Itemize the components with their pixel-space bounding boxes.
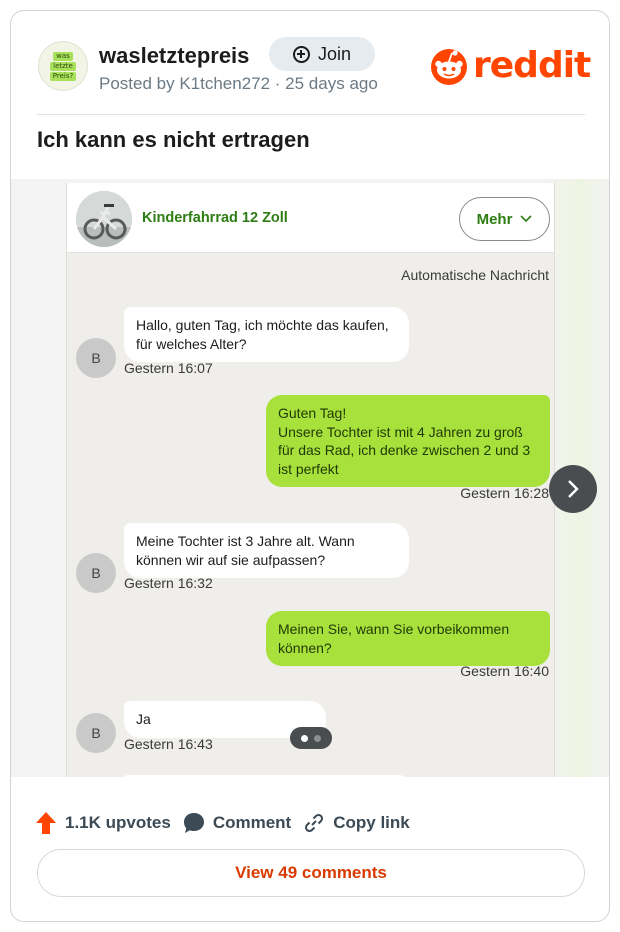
gallery-dot-active[interactable]: [301, 734, 308, 742]
reddit-logo[interactable]: reddit: [429, 45, 591, 86]
gallery-pagination: [290, 727, 332, 749]
message-timestamp: Gestern 16:28: [460, 485, 549, 501]
header-divider: [37, 114, 585, 115]
post-media[interactable]: Kinderfahrrad 12 Zoll Mehr Automatische …: [11, 179, 609, 777]
copy-link-action[interactable]: Copy link: [303, 812, 410, 834]
comment-bubble-icon: [183, 813, 204, 833]
message-timestamp: Gestern 16:43: [124, 736, 213, 752]
post-title[interactable]: Ich kann es nicht ertragen: [37, 127, 310, 153]
post-card: was letzte Preis? wasletztepreis Join Po…: [10, 10, 610, 922]
chat-message-incoming: Hallo, guten Tag, ich möchte das kaufen,…: [124, 307, 409, 362]
sender-avatar: B: [76, 338, 116, 378]
join-label: Join: [317, 43, 352, 64]
chat-message-outgoing: Guten Tag! Unsere Tochter ist mit 4 Jahr…: [266, 395, 550, 487]
reddit-wordmark: reddit: [473, 45, 591, 86]
avatar-text-line: was: [53, 51, 73, 61]
gallery-next-button[interactable]: [549, 465, 597, 513]
message-timestamp: Gestern 16:32: [124, 575, 213, 591]
chat-screenshot: Kinderfahrrad 12 Zoll Mehr Automatische …: [66, 183, 555, 777]
community-name[interactable]: wasletztepreis: [99, 43, 249, 69]
chat-message-incoming: Meine Tochter ist 3 Jahre alt. Wann könn…: [124, 523, 409, 578]
upvote-arrow-icon: [36, 812, 56, 834]
message-timestamp: Gestern 16:07: [124, 360, 213, 376]
sender-avatar: B: [76, 553, 116, 593]
chevron-right-icon: [568, 480, 579, 498]
reddit-snoo-icon: [431, 49, 467, 85]
post-actions: 1.1K upvotes Comment Copy link: [35, 811, 410, 835]
auto-message-label: Automatische Nachricht: [401, 267, 549, 283]
more-label: Mehr: [476, 210, 513, 228]
upvote-count: 1.1K upvotes: [65, 813, 171, 832]
more-button: Mehr: [459, 197, 550, 241]
join-button[interactable]: Join: [269, 37, 375, 71]
link-icon: [305, 813, 324, 833]
chat-header: Kinderfahrrad 12 Zoll Mehr: [67, 183, 554, 253]
bike-icon: [76, 191, 132, 247]
message-timestamp: Gestern 16:40: [460, 663, 549, 679]
comment-action[interactable]: Comment: [183, 812, 291, 834]
community-avatar[interactable]: was letzte Preis?: [38, 41, 88, 91]
chat-message-incoming-partial: [124, 775, 409, 777]
avatar-text-line: Preis?: [49, 71, 77, 81]
plus-circle-icon: [292, 45, 310, 63]
sender-avatar: B: [76, 713, 116, 753]
gallery-dot[interactable]: [314, 734, 321, 742]
copy-link-label: Copy link: [333, 813, 410, 832]
avatar-text-line: letzte: [50, 61, 76, 71]
product-title: Kinderfahrrad 12 Zoll: [142, 210, 288, 226]
chat-message-outgoing: Meinen Sie, wann Sie vorbeikommen können…: [266, 611, 550, 666]
product-thumbnail: [76, 191, 132, 247]
comment-label: Comment: [212, 813, 292, 832]
view-comments-button[interactable]: View 49 comments: [37, 849, 585, 897]
upvote-action[interactable]: 1.1K upvotes: [35, 811, 171, 835]
post-meta: Posted by K1tchen272 · 25 days ago: [99, 74, 378, 93]
chevron-down-icon: [520, 215, 532, 223]
